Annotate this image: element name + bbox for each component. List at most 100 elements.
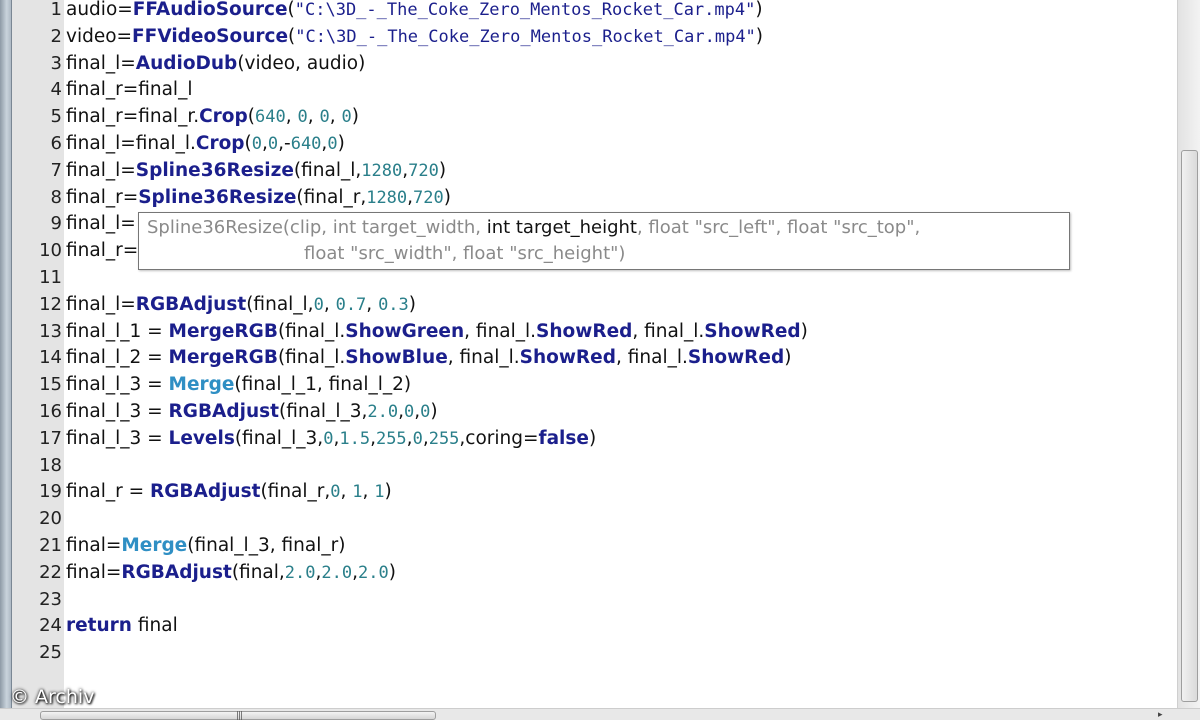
code-token: ,: [285, 106, 298, 128]
code-token: ,: [362, 481, 375, 503]
vertical-scrollbar[interactable]: [1177, 0, 1200, 708]
code-token: , final_l.: [632, 320, 705, 342]
line-number: 14: [39, 347, 62, 369]
code-token: (final_l_1, final_l_2): [234, 374, 412, 396]
code-token: final_r =: [66, 481, 150, 503]
code-token: final_l_3 =: [66, 401, 169, 422]
code-line[interactable]: 20: [12, 505, 1177, 532]
code-text[interactable]: final_r=Spline36Resize(final_r,1280,720): [66, 184, 451, 212]
code-token: ,: [323, 293, 336, 315]
code-line[interactable]: 23: [12, 586, 1177, 613]
code-line[interactable]: 6 final_l=final_l.Crop(0,0,-640,0): [12, 130, 1177, 157]
tooltip-line-1: Spline36Resize(clip, int target_width, i…: [147, 215, 1061, 241]
code-line[interactable]: 14 final_l_2 = MergeRGB(final_l.ShowBlue,…: [12, 344, 1177, 371]
code-token-num: 720: [408, 160, 439, 181]
code-line[interactable]: 12 final_l=RGBAdjust(final_l,0, 0.7, 0.3): [12, 291, 1177, 318]
code-line[interactable]: 17 final_l_3 = Levels(final_l_3,0,1.5,255…: [12, 425, 1177, 452]
code-token: final_r=final_r.: [66, 106, 200, 128]
code-token-num: 640: [290, 134, 322, 154]
code-line[interactable]: 4 final_r=final_l: [12, 76, 1177, 103]
code-line[interactable]: 1 audio=FFAudioSource("C:\3D_-_The_Coke_Z…: [12, 0, 1177, 23]
line-number: 8: [50, 186, 62, 208]
scroll-right-arrow-icon[interactable]: ▸: [1158, 710, 1163, 720]
code-text[interactable]: final_l_3 = Merge(final_l_1, final_l_2): [66, 371, 411, 398]
line-number: 25: [39, 642, 62, 664]
code-token-kw: ShowRed: [536, 320, 633, 342]
code-line[interactable]: 5 final_r=final_r.Crop(640, 0, 0, 0): [12, 103, 1177, 130]
code-token-num: 2.0: [284, 562, 316, 583]
code-token: final_l=: [66, 293, 136, 315]
code-token-bool: false: [538, 427, 589, 449]
code-token: , final_l.: [615, 347, 688, 369]
line-number: 15: [39, 374, 62, 396]
window-left-border: [0, 0, 12, 720]
code-token-num: 1.5: [339, 428, 371, 449]
code-token: ): [755, 25, 764, 47]
vertical-scrollbar-thumb[interactable]: [1181, 150, 1198, 702]
code-token-num: 255: [375, 428, 407, 449]
function-signature-tooltip: Spline36Resize(clip, int target_width, i…: [138, 212, 1070, 270]
code-text[interactable]: final_l=final_l.Crop(0,0,-640,0): [66, 130, 345, 158]
horizontal-scrollbar-thumb[interactable]: |||: [40, 711, 436, 720]
line-number: 1: [50, 0, 62, 20]
line-number: 13: [39, 320, 62, 342]
code-token: final=: [66, 561, 122, 583]
horizontal-scrollbar[interactable]: ||| ▸: [0, 708, 1200, 720]
line-number: 23: [39, 588, 62, 610]
code-line[interactable]: 18: [12, 452, 1177, 479]
code-text[interactable]: final_l=: [66, 210, 136, 237]
code-text[interactable]: final=Merge(final_l_3, final_r): [66, 532, 345, 559]
code-token-str: "C:\3D_-_The_Coke_Zero_Mentos_Rocket_Car…: [294, 0, 756, 20]
code-text[interactable]: final_l_3 = Levels(final_l_3,0,1.5,255,0…: [66, 425, 596, 453]
code-token-num: 0: [319, 107, 330, 128]
code-token: final_l=: [66, 159, 136, 181]
line-number: 7: [50, 159, 62, 181]
line-number: 5: [50, 106, 62, 128]
code-text[interactable]: final_r = RGBAdjust(final_r,0, 1, 1): [66, 478, 392, 506]
code-text[interactable]: audio=FFAudioSource("C:\3D_-_The_Coke_Ze…: [66, 0, 763, 24]
code-line[interactable]: 2 video=FFVideoSource("C:\3D_-_The_Coke_Z…: [12, 23, 1177, 50]
code-token-num: 2.0: [321, 562, 353, 583]
code-token: audio=: [66, 0, 133, 20]
code-line[interactable]: 19 final_r = RGBAdjust(final_r,0, 1, 1): [12, 478, 1177, 505]
code-token-kw: FFAudioSource: [132, 0, 288, 20]
code-editor[interactable]: 1 audio=FFAudioSource("C:\3D_-_The_Coke_Z…: [12, 0, 1177, 708]
code-text[interactable]: video=FFVideoSource("C:\3D_-_The_Coke_Ze…: [66, 23, 763, 51]
code-token: (final_l_3, final_r): [187, 535, 346, 556]
code-text[interactable]: final_l=AudioDub(video, audio): [66, 50, 365, 77]
code-text[interactable]: final_l=Spline36Resize(final_l,1280,720): [66, 157, 446, 185]
code-line[interactable]: 24 return final: [12, 612, 1177, 639]
code-line[interactable]: 22 final=RGBAdjust(final,2.0,2.0,2.0): [12, 559, 1177, 586]
code-text[interactable]: final_l_2 = MergeRGB(final_l.ShowBlue, f…: [66, 344, 791, 371]
code-text[interactable]: final_r=final_l: [66, 76, 192, 103]
line-number: 6: [50, 133, 62, 154]
code-line[interactable]: 21 final=Merge(final_l_3, final_r): [12, 532, 1177, 559]
code-text[interactable]: final_l_3 = RGBAdjust(final_l_3,2.0,0,0): [66, 398, 438, 426]
code-token-kw: MergeRGB: [168, 320, 278, 342]
code-line[interactable]: 16 final_l_3 = RGBAdjust(final_l_3,2.0,0,…: [12, 398, 1177, 425]
code-token-kw: ShowBlue: [345, 347, 448, 369]
code-token: final_r=: [66, 186, 139, 208]
code-token: (final_l.: [277, 320, 346, 342]
code-line[interactable]: 25: [12, 639, 1177, 666]
code-line[interactable]: 15 final_l_3 = Merge(final_l_1, final_l_2…: [12, 371, 1177, 398]
code-text[interactable]: return final: [66, 612, 178, 639]
line-number: 21: [39, 535, 62, 556]
code-text[interactable]: final_l_1 = MergeRGB(final_l.ShowGreen, …: [66, 318, 808, 345]
code-token: final_l=: [66, 213, 136, 235]
code-line[interactable]: 7 final_l=Spline36Resize(final_l,1280,720…: [12, 157, 1177, 184]
tooltip-current-parameter: int target_height: [486, 217, 637, 238]
code-line[interactable]: 3 final_l=AudioDub(video, audio): [12, 50, 1177, 77]
code-text[interactable]: final_r=: [66, 237, 138, 264]
code-line[interactable]: 8 final_r=Spline36Resize(final_r,1280,720…: [12, 184, 1177, 211]
code-token: ): [443, 186, 451, 208]
line-number: 9: [50, 213, 62, 235]
code-token: (: [244, 133, 252, 154]
code-text[interactable]: final=RGBAdjust(final,2.0,2.0,2.0): [66, 559, 396, 587]
code-text[interactable]: final_l=RGBAdjust(final_l,0, 0.7, 0.3): [66, 291, 416, 319]
code-token: ): [588, 427, 597, 449]
code-text[interactable]: final_r=final_r.Crop(640, 0, 0, 0): [66, 103, 359, 131]
code-token: ,coring=: [459, 427, 539, 449]
code-token: ): [337, 133, 345, 154]
code-line[interactable]: 13 final_l_1 = MergeRGB(final_l.ShowGreen…: [12, 318, 1177, 345]
